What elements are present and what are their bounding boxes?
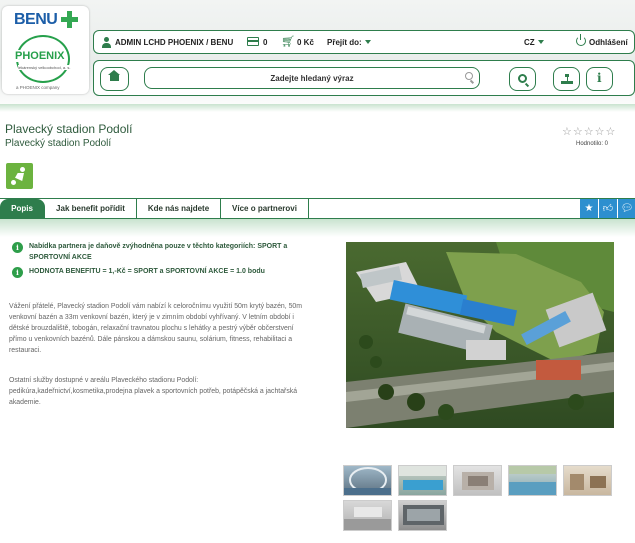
page-subtitle: Plavecký stadion Podolí [5,138,112,149]
favorite-star-icon[interactable]: ★ [580,199,598,218]
phoenix-logo-text: PHOENIX [14,50,66,62]
page-title: Plavecký stadion Podolí [5,122,133,136]
gallery-thumbnail[interactable] [343,465,392,496]
search-icon[interactable] [465,72,473,80]
description-paragraph: Vážení přátelé, Plavecký stadion Podolí … [9,303,302,354]
benefit-value-note: i HODNOTA BENEFITU = 1,-Kč = SPORT a SPO… [12,266,329,278]
benu-cross-icon [61,11,78,28]
benu-logo-text: BENU [14,11,58,28]
info-bullet-icon: i [12,242,23,253]
gallery-thumbnail[interactable] [563,465,612,496]
cart-icon[interactable]: 🛒︎ [281,35,295,48]
tab-jak-benefit-poridit[interactable]: Jak benefit pořídit [45,199,137,218]
gallery-thumbnail[interactable] [398,465,447,496]
chevron-down-icon [537,40,544,44]
gallery-thumbnail[interactable] [343,500,392,531]
language-select[interactable]: CZ [524,37,544,48]
thumbs-up-icon[interactable]: 👍︎ [599,199,617,218]
services-paragraph: Ostatní služby dostupné v areálu Plaveck… [9,377,298,406]
gallery-thumbnail[interactable] [508,465,557,496]
info-bullet-icon: i [12,267,23,278]
language-value: CZ [524,38,535,47]
home-button[interactable] [100,67,129,91]
info-button[interactable]: i [586,67,613,91]
rating-stars[interactable]: ☆☆☆☆☆ [562,125,616,138]
tab-popis[interactable]: Popis [0,199,45,218]
power-icon[interactable] [576,34,586,46]
zoom-icon [518,74,527,83]
jump-to-menu[interactable]: Přejít do: [327,37,371,48]
cart-value[interactable]: 0 Kč [297,37,314,48]
info-icon: i [597,71,602,85]
zoom-button[interactable] [509,67,536,91]
user-icon [101,37,111,48]
search-bar: i [93,60,635,96]
comment-icon[interactable]: 💬︎ [618,199,635,218]
chevron-down-icon [364,40,371,44]
search-input[interactable] [144,67,480,89]
sport-category-icon [6,163,33,189]
points-value[interactable]: 0 [263,37,267,48]
sitemap-icon [561,74,573,85]
logo[interactable]: BENU PHOENIX lékárenský velkoobchod, a. … [2,6,89,94]
sitemap-button[interactable] [553,67,580,91]
tab-vice-o-partnerovi[interactable]: Více o partnerovi [221,199,309,218]
phoenix-logo-subtext: lékárenský velkoobchod, a. s. [18,65,71,70]
credit-card-icon [247,37,259,46]
home-icon [108,70,120,81]
tab-bar: Popis Jak benefit pořídit Kde nás najdet… [0,198,635,219]
jump-to-label: Přejít do: [327,38,362,47]
user-name-link[interactable]: ADMIN LCHD PHOENIX / BENU [115,37,233,48]
rating-count: Hodnotilo: 0 [576,141,609,147]
logout-link[interactable]: Odhlášení [589,37,628,48]
gallery-thumbnail[interactable] [453,465,502,496]
tab-kde-nas-najdete[interactable]: Kde nás najdete [137,199,221,218]
tax-note: i Nabídka partnera je daňově zvýhodněna … [12,241,329,263]
user-bar: ADMIN LCHD PHOENIX / BENU 0 🛒︎ 0 Kč Přej… [93,30,635,54]
gallery-thumbnail[interactable] [398,500,447,531]
site-header: BENU PHOENIX lékárenský velkoobchod, a. … [0,0,635,112]
stadium-aerial-photo[interactable] [346,242,614,428]
phoenix-company-text: a PHOENIX company [16,85,60,90]
